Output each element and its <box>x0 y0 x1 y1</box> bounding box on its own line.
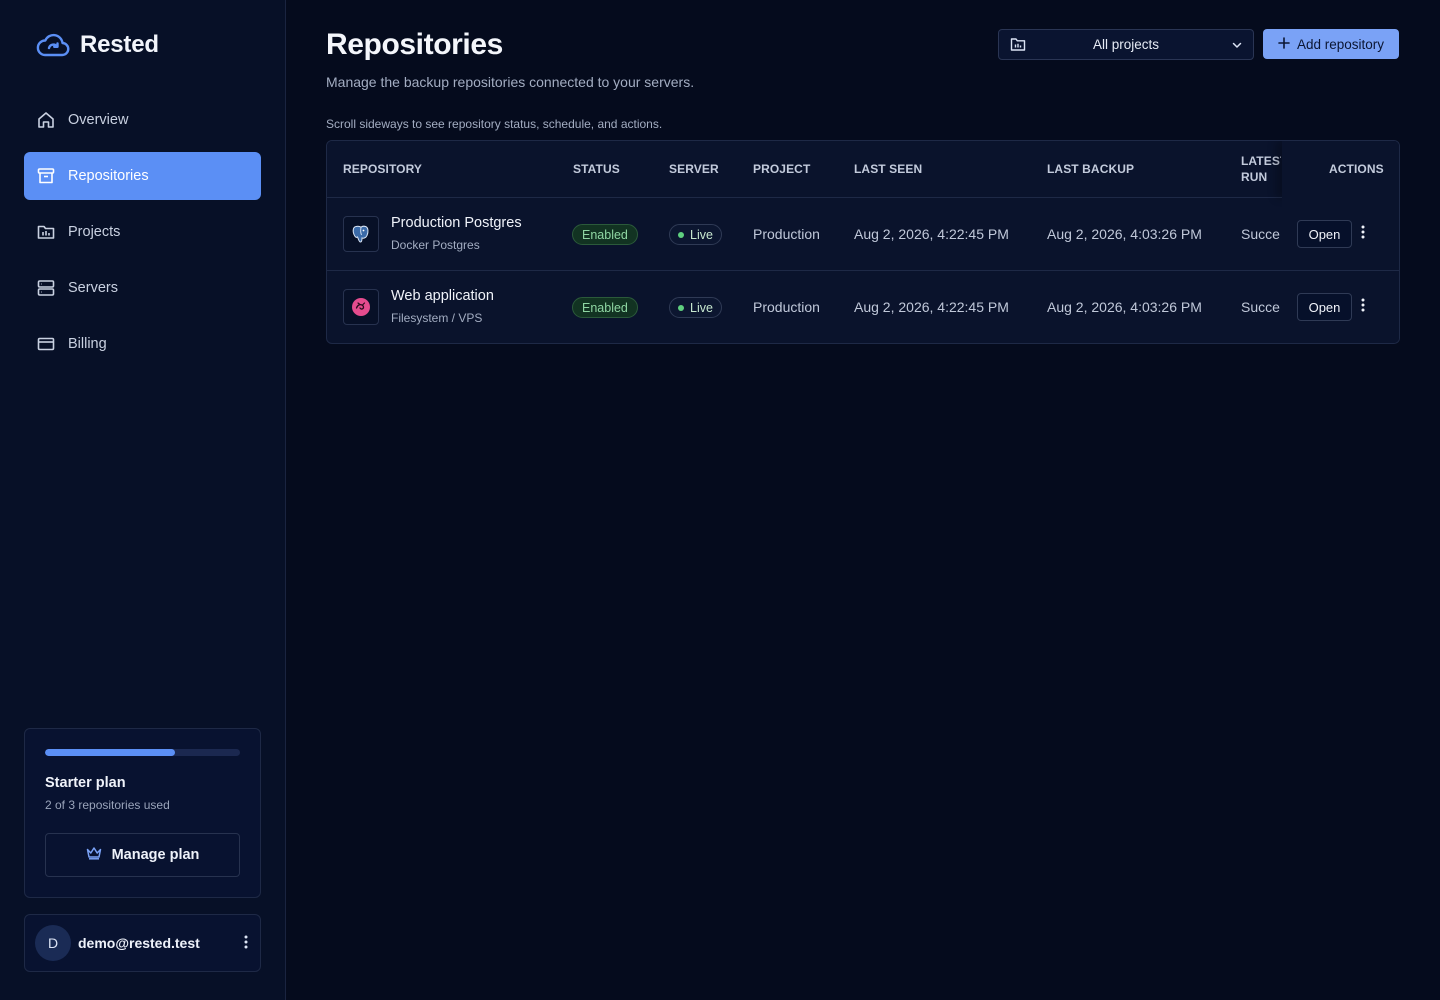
column-header-server: Server <box>669 162 719 176</box>
server-icon <box>36 278 56 298</box>
status-badge: Enabled <box>572 224 638 245</box>
user-email: demo@rested.test <box>78 935 200 951</box>
table-header: Repository Status Server Project Last se… <box>327 141 1399 198</box>
live-dot-icon <box>678 304 684 311</box>
sidebar: Rested Overview Repositories Projects Se… <box>0 0 286 1000</box>
add-repository-label: Add repository <box>1296 36 1385 52</box>
sidebar-nav: Overview Repositories Projects Servers B… <box>24 96 261 376</box>
live-dot-icon <box>678 231 684 238</box>
server-status-label: Live <box>690 227 713 242</box>
open-button[interactable]: Open <box>1297 293 1352 321</box>
page-subtitle: Manage the backup repositories connected… <box>326 74 695 90</box>
status-badge: Enabled <box>572 297 638 318</box>
table-scroll-hint: Scroll sideways to see repository status… <box>326 117 663 131</box>
sidebar-item-repositories[interactable]: Repositories <box>24 152 261 200</box>
last-backup-cell: Aug 2, 2026, 4:03:26 PM <box>1047 299 1202 315</box>
sidebar-item-label: Servers <box>68 280 118 296</box>
server-status-badge: Live <box>669 297 722 318</box>
sidebar-item-overview[interactable]: Overview <box>24 96 261 144</box>
cloud-sync-icon <box>36 31 70 59</box>
last-backup-cell: Aug 2, 2026, 4:03:26 PM <box>1047 226 1202 242</box>
page-title: Repositories <box>326 28 503 61</box>
more-vertical-icon[interactable] <box>244 935 248 954</box>
latest-run-header-clip: Latest run <box>1241 141 1281 197</box>
latest-run-cell: Succe <box>1241 299 1280 315</box>
home-icon <box>36 110 56 130</box>
project-filter-value: All projects <box>1092 37 1160 52</box>
project-filter-select[interactable]: All projects <box>998 29 1254 60</box>
app-icon <box>343 289 379 325</box>
column-header-latest-run: Latest run <box>1241 154 1281 184</box>
more-vertical-icon[interactable] <box>1361 298 1365 317</box>
plan-usage-fill <box>45 749 176 756</box>
latest-run-clip: Succe <box>1241 198 1281 270</box>
manage-plan-label: Manage plan <box>111 847 200 863</box>
archive-icon <box>36 166 56 186</box>
last-seen-cell: Aug 2, 2026, 4:22:45 PM <box>854 299 1009 315</box>
open-button[interactable]: Open <box>1297 220 1352 248</box>
sidebar-item-label: Projects <box>68 224 121 240</box>
column-header-last-seen: Last seen <box>854 162 923 176</box>
repository-type: Docker Postgres <box>391 238 480 252</box>
column-header-last-backup: Last backup <box>1047 162 1135 176</box>
sidebar-item-label: Billing <box>68 336 107 352</box>
project-cell: Production <box>753 226 820 242</box>
folder-icon <box>36 222 56 242</box>
table-row[interactable]: Production Postgres Docker Postgres Enab… <box>327 198 1399 271</box>
project-cell: Production <box>753 299 820 315</box>
folder-icon <box>1010 37 1026 57</box>
chevron-down-icon <box>1231 38 1243 56</box>
brand-name: Rested <box>80 31 159 58</box>
plus-icon <box>1278 36 1290 52</box>
server-status-badge: Live <box>669 224 722 245</box>
plan-name: Starter plan <box>45 775 126 791</box>
postgres-icon <box>343 216 379 252</box>
credit-card-icon <box>36 334 56 354</box>
repositories-table[interactable]: Repository Status Server Project Last se… <box>326 140 1400 344</box>
repository-name[interactable]: Production Postgres <box>391 215 522 231</box>
server-status-label: Live <box>690 300 713 315</box>
column-header-project: Project <box>753 162 811 176</box>
table-row[interactable]: Web application Filesystem / VPS Enabled… <box>327 271 1399 343</box>
sidebar-item-label: Repositories <box>68 168 149 184</box>
latest-run-clip: Succe <box>1241 271 1281 343</box>
crown-icon <box>86 846 102 864</box>
user-card[interactable]: D demo@rested.test <box>24 914 261 972</box>
more-vertical-icon[interactable] <box>1361 225 1365 244</box>
sidebar-item-servers[interactable]: Servers <box>24 264 261 312</box>
column-header-actions: Actions <box>1329 162 1384 176</box>
avatar: D <box>35 925 71 961</box>
latest-run-cell: Succe <box>1241 226 1280 242</box>
sidebar-item-label: Overview <box>68 112 129 128</box>
repository-name[interactable]: Web application <box>391 288 494 304</box>
repository-type: Filesystem / VPS <box>391 311 483 325</box>
column-header-status: Status <box>573 162 620 176</box>
plan-usage-bar <box>45 749 240 756</box>
manage-plan-button[interactable]: Manage plan <box>45 833 240 877</box>
sidebar-item-billing[interactable]: Billing <box>24 320 261 368</box>
last-seen-cell: Aug 2, 2026, 4:22:45 PM <box>854 226 1009 242</box>
sidebar-item-projects[interactable]: Projects <box>24 208 261 256</box>
brand[interactable]: Rested <box>36 30 159 60</box>
column-header-repository: Repository <box>343 162 423 176</box>
plan-card: Starter plan 2 of 3 repositories used Ma… <box>24 728 261 898</box>
add-repository-button[interactable]: Add repository <box>1263 29 1399 59</box>
plan-usage-text: 2 of 3 repositories used <box>45 798 170 812</box>
